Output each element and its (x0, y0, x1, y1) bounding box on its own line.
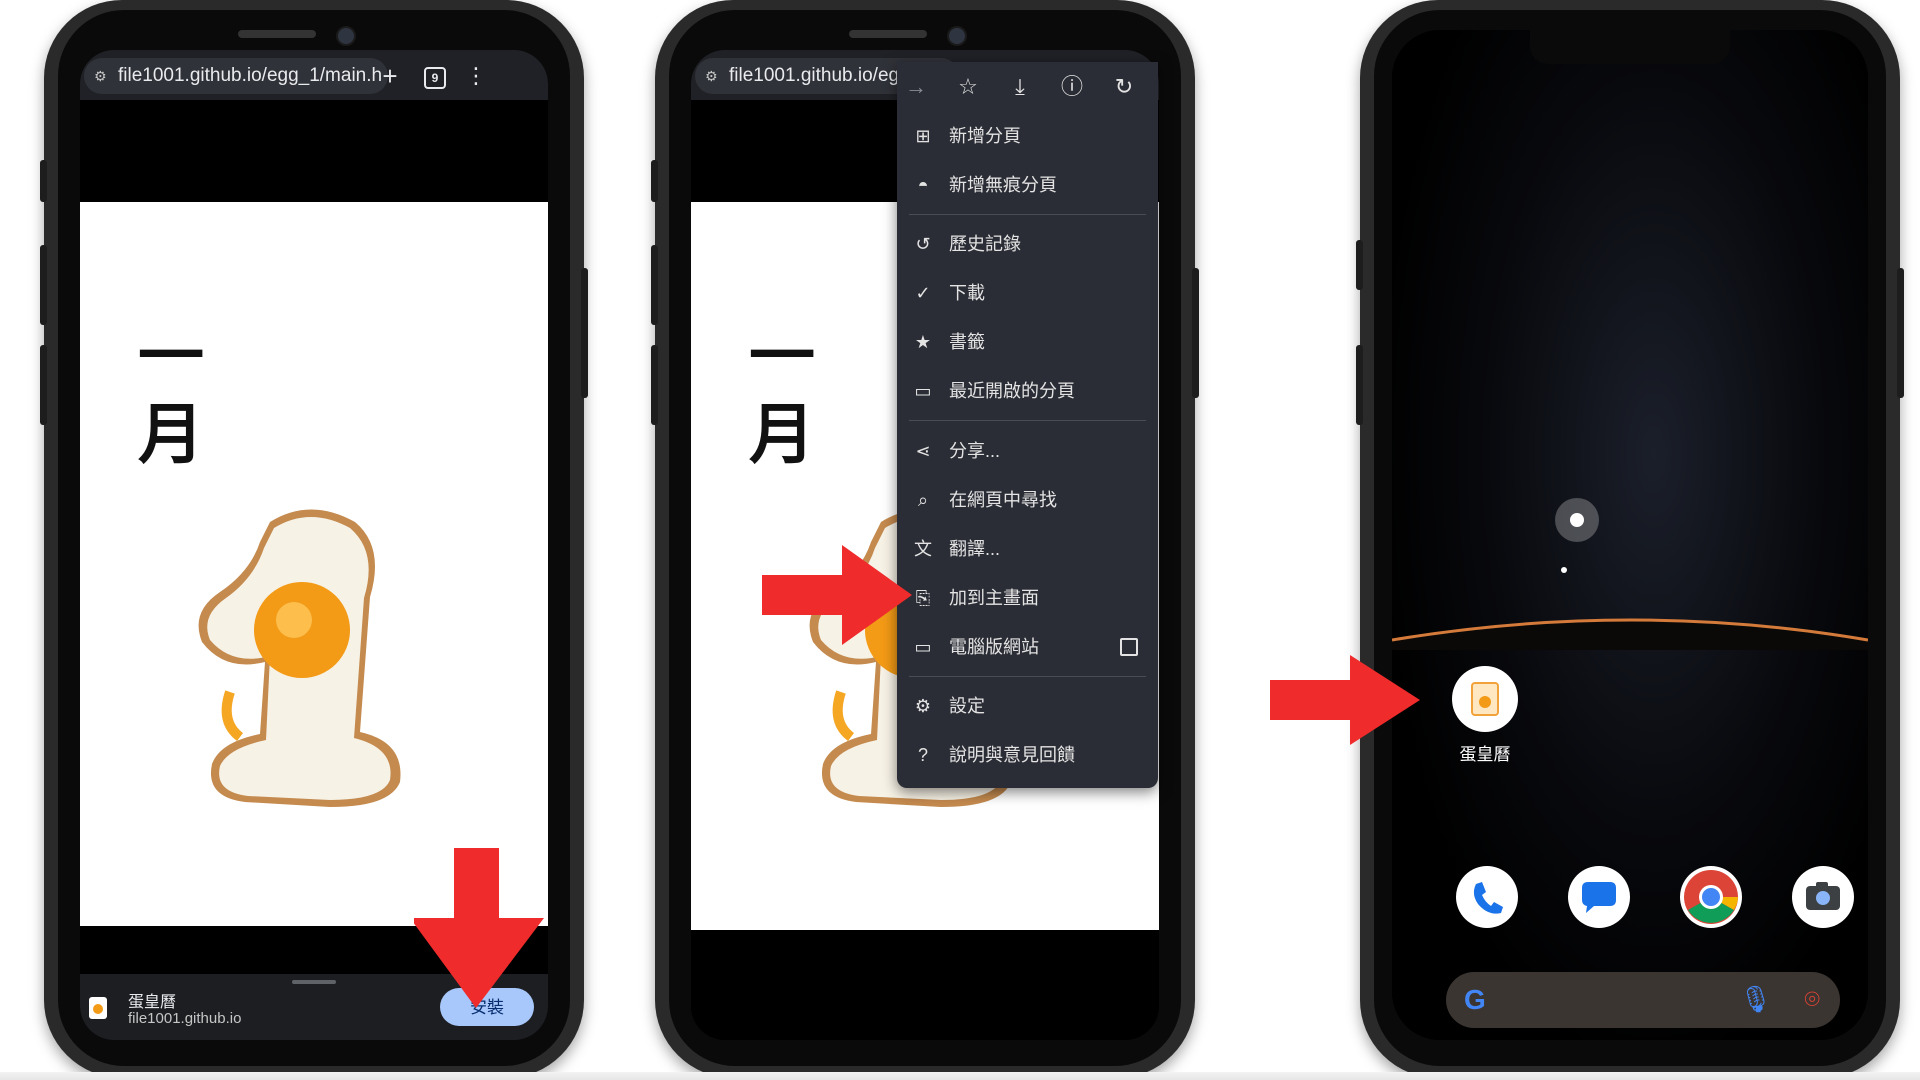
google-g-icon: G (1464, 984, 1486, 1015)
side-button (1192, 268, 1199, 398)
help-icon: ? (917, 745, 928, 765)
translate-icon: 文 (914, 539, 932, 559)
google-lens-icon[interactable]: ⌾ (1804, 984, 1820, 1016)
menu-item-history[interactable]: ↺ 歷史記錄 (897, 222, 1158, 266)
menu-icon-row: → ☆ ⤓ ⓘ ↻ (897, 62, 1158, 112)
red-arrow-right (762, 545, 912, 645)
incognito-icon: ◓ (917, 175, 929, 195)
month-title-line2: 月 (138, 396, 204, 473)
chrome-logo-icon (1684, 870, 1738, 924)
page-content: 一 月 (80, 202, 548, 926)
phone-frame-3: 蛋皇曆 G 🎙 ⌾ (1270, 0, 1904, 1078)
desktop-icon: ▭ (914, 637, 932, 657)
menu-item-help[interactable]: ? 說明與意見回饋 (897, 733, 1158, 777)
drag-handle[interactable] (292, 980, 336, 984)
menu-item-share[interactable]: ⋖ 分享... (897, 429, 1158, 473)
download-icon[interactable]: ⤓ (1003, 72, 1037, 102)
more-menu-icon[interactable]: ⋮ (458, 58, 494, 94)
front-camera (947, 26, 967, 46)
menu-item-incognito[interactable]: ◓ 新增無痕分頁 (897, 163, 1158, 207)
site-settings-icon[interactable]: ⚙ (705, 58, 718, 94)
side-button (1356, 240, 1363, 290)
url-field[interactable]: ⚙ file1001.github.io/egg_1/main.h (84, 58, 388, 94)
side-button (40, 245, 47, 325)
chrome-app-icon[interactable] (1680, 866, 1742, 928)
egg-number-one-image (198, 509, 401, 807)
home-egg-app-icon[interactable] (1452, 666, 1518, 732)
url-text: file1001.github.io/egg_1/main.h (118, 65, 383, 86)
month-title-line1: 一 (138, 318, 204, 395)
devices-icon: ▭ (914, 381, 932, 401)
desktop-site-checkbox[interactable] (1120, 638, 1138, 656)
chrome-overflow-menu: → ☆ ⤓ ⓘ ↻ ⊞ 新增分頁 ◓ 新增無痕分頁 ↺ 歷史記錄 ✓ 下載 ★ 書籤 ▭ 最… (897, 62, 1158, 788)
menu-item-downloads[interactable]: ✓ 下載 (897, 271, 1158, 315)
menu-item-desktop-site[interactable]: ▭ 電腦版網站 (897, 625, 1158, 669)
install-app-url: file1001.github.io (128, 1010, 242, 1027)
browser-toolbar: ⚙ file1001.github.io/egg_1/main.h + 9 ⋮ (80, 50, 548, 100)
refresh-icon[interactable]: ↻ (1107, 72, 1141, 102)
egg-calendar-icon (1471, 682, 1499, 716)
camera-lens-icon (1806, 882, 1840, 910)
app-egg-icon (89, 997, 107, 1019)
side-button (651, 245, 658, 325)
phone-frame-2: ⚙ file1001.github.io/eg 一 月 → ☆ ⤓ ⓘ ↻ ⊞ 新… (651, 0, 1199, 1078)
add-to-home-icon: ⎘ (915, 588, 931, 608)
phone-screen-3: 蛋皇曆 G 🎙 ⌾ (1392, 30, 1868, 1040)
chat-bubble-icon (1582, 882, 1616, 913)
bottom-floor-shade (0, 1072, 1920, 1080)
messages-app-icon[interactable] (1568, 866, 1630, 928)
side-button (1356, 345, 1363, 425)
share-icon: ⋖ (915, 441, 931, 461)
new-tab-icon: ⊞ (915, 126, 931, 146)
url-text: file1001.github.io/eg (729, 65, 900, 86)
phone-app-icon[interactable] (1456, 866, 1518, 928)
phone-handset-icon (1473, 882, 1503, 914)
star-icon[interactable]: ☆ (951, 72, 985, 102)
page-bottom-band (691, 930, 1159, 1040)
side-button (1897, 268, 1904, 398)
menu-item-find-in-page[interactable]: ⌕ 在網頁中尋找 (897, 478, 1158, 522)
download-check-icon: ✓ (915, 283, 931, 303)
side-button (40, 345, 47, 425)
red-arrow-right (1270, 655, 1420, 745)
page-black-band (80, 100, 548, 188)
side-button (581, 268, 588, 398)
settings-gear-icon: ⚙ (914, 696, 932, 716)
menu-divider (909, 676, 1146, 677)
speaker-grille (849, 30, 927, 38)
bookmark-star-icon: ★ (914, 332, 932, 352)
menu-item-recent-tabs[interactable]: ▭ 最近開啟的分頁 (897, 369, 1158, 413)
microphone-icon[interactable]: 🎙 (1739, 984, 1772, 1015)
side-button (651, 160, 658, 202)
side-button (651, 345, 658, 425)
camera-app-icon[interactable] (1792, 866, 1854, 928)
new-tab-plus-icon[interactable]: + (372, 58, 408, 94)
side-button (40, 160, 47, 202)
menu-item-bookmarks[interactable]: ★ 書籤 (897, 320, 1158, 364)
phone-frame-1: ⚙ file1001.github.io/egg_1/main.h + 9 ⋮ … (40, 0, 588, 1078)
install-app-name: 蛋皇曆 (128, 994, 177, 1011)
site-settings-icon[interactable]: ⚙ (94, 58, 107, 94)
menu-item-new-tab[interactable]: ⊞ 新增分頁 (897, 114, 1158, 158)
menu-item-settings[interactable]: ⚙ 設定 (897, 684, 1158, 728)
menu-item-add-to-home[interactable]: ⎘ 加到主畫面 (897, 576, 1158, 620)
find-in-page-icon: ⌕ (917, 490, 929, 510)
history-icon: ↺ (915, 234, 931, 254)
home-app-label: 蛋皇曆 (1459, 745, 1511, 764)
month-title-line1: 一 (749, 318, 815, 395)
menu-divider (909, 420, 1146, 421)
tab-switcher-button[interactable]: 9 (424, 67, 446, 89)
notch (1530, 30, 1730, 64)
month-title-line2: 月 (749, 396, 815, 473)
front-camera (336, 26, 356, 46)
google-search-bar[interactable]: G 🎙 ⌾ (1446, 972, 1840, 1028)
menu-item-translate[interactable]: 文翻譯... (897, 527, 1158, 571)
planet-horizon-image (1392, 498, 1868, 650)
menu-divider (909, 214, 1146, 215)
forward-icon[interactable]: → (899, 72, 933, 102)
red-arrow-down (414, 848, 544, 1008)
speaker-grille (238, 30, 316, 38)
info-icon[interactable]: ⓘ (1055, 72, 1089, 102)
